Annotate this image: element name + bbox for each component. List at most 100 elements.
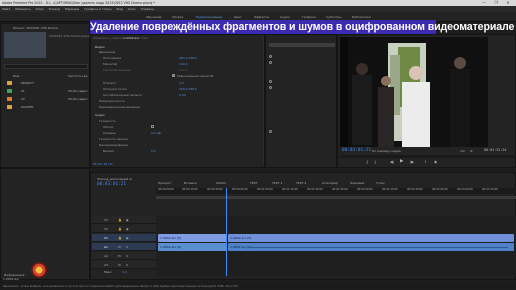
mini-clip-bar[interactable] xyxy=(269,43,335,47)
menu-file[interactable]: Файл xyxy=(2,7,10,11)
lock-icon[interactable]: 🔒 xyxy=(118,227,122,231)
eye-icon[interactable]: ◉ xyxy=(126,218,129,222)
eye-icon[interactable]: ◉ xyxy=(126,227,129,231)
menu-graphics[interactable]: Графика и титры xyxy=(84,7,111,11)
project-panel: Проект: 2022091 VHS Drama 2022091 VHS Dr… xyxy=(0,23,90,168)
list-item[interactable]: 02 25,00 кадр/с xyxy=(1,95,90,103)
bypass-checkbox[interactable] xyxy=(151,125,154,128)
export-frame-icon[interactable]: ◉ xyxy=(434,160,437,164)
window-title: Adobe Premiere Pro 2022 - D:\...\CAPTURI… xyxy=(2,1,156,5)
lock-icon[interactable]: 🔒 xyxy=(118,218,122,222)
track-header-v1[interactable]: V1 🔒 ◉ xyxy=(92,234,156,242)
audio-waveform xyxy=(248,247,508,248)
track-header-a1[interactable]: A1 M S xyxy=(92,243,156,251)
workspace-editing[interactable]: Редактирование xyxy=(196,15,222,19)
menu-clip[interactable]: Клип xyxy=(36,7,44,11)
keyframe-toggle-icon[interactable] xyxy=(269,55,272,58)
balance-value[interactable]: 0,0 xyxy=(151,149,156,153)
keyframe-toggle-icon[interactable] xyxy=(269,61,272,64)
folder-icon xyxy=(7,97,12,101)
audio-clip[interactable]: 1.0002.avi [A] xyxy=(158,243,227,251)
anchor-value[interactable]: 360,0 288,0 xyxy=(179,87,197,91)
mark-out-icon[interactable]: } xyxy=(374,160,376,164)
project-tab[interactable]: Проект: 2022091 VHS Drama xyxy=(13,26,58,30)
mic-icon[interactable]: M xyxy=(118,245,121,249)
lift-icon[interactable]: ⇪ xyxy=(424,160,427,164)
video-clip[interactable]: 1.0002.avi [V] xyxy=(228,234,514,242)
wave-logo-icon xyxy=(31,262,47,278)
scale-value[interactable]: 100,0 xyxy=(179,62,188,66)
program-duration: 00:03:32:24 xyxy=(484,148,507,152)
step-back-icon[interactable]: ◀| xyxy=(390,160,394,164)
wrench-icon[interactable]: ⚙ xyxy=(470,149,473,153)
fit-select[interactable]: По размеру кадра xyxy=(372,149,401,153)
status-bar: Щелкните, чтобы выбрать или щелкните в п… xyxy=(0,282,516,290)
effect-controls-tab[interactable]: Элементы управления эффектами xyxy=(93,36,148,40)
menu-edit[interactable]: Изменить xyxy=(15,7,30,11)
position-value[interactable]: 360,0 288,0 xyxy=(179,56,197,60)
workspace-libraries[interactable]: Библиотеки xyxy=(352,15,371,19)
effect-controls-panel: Элементы управления эффектами 1.0002.avi… xyxy=(90,34,268,168)
keyframe-toggle-icon[interactable] xyxy=(269,86,272,89)
timeline-timecode[interactable]: 00:03:01:21 xyxy=(97,182,126,187)
video-preview[interactable] xyxy=(340,37,488,147)
search-input[interactable] xyxy=(4,64,88,69)
status-text: Щелкните, чтобы выбрать или щелкните в п… xyxy=(3,284,239,288)
menu-help[interactable]: Справка xyxy=(141,7,154,11)
column-framerate[interactable]: Частота кад xyxy=(68,74,87,78)
column-name[interactable]: Имя xyxy=(13,74,19,78)
folder-icon xyxy=(7,81,12,85)
menu-markers[interactable]: Маркеры xyxy=(65,7,79,11)
quality-select[interactable]: 1/2 xyxy=(460,149,465,153)
folder-icon xyxy=(7,105,12,109)
mic-icon[interactable]: M xyxy=(118,254,121,258)
solo-icon[interactable]: S xyxy=(126,254,128,258)
workspace-effects[interactable]: Эффекты xyxy=(254,15,269,19)
mic-icon[interactable]: M xyxy=(118,263,121,267)
project-list: PROJECT 01 25,00 кадр/с 02 25,00 кадр/с … xyxy=(1,79,90,115)
effect-keyframe-area xyxy=(265,34,337,168)
monitor-scrubber[interactable] xyxy=(340,155,516,158)
sequence-tab[interactable]: Эпизод_дипломный ≡ xyxy=(97,177,132,181)
track-headers: V3 🔒 ◉ V2 🔒 ◉ V1 🔒 ◉ A1 M S A2 M S A3 M … xyxy=(92,216,156,276)
master-value[interactable]: 0,0 xyxy=(122,270,127,274)
list-item[interactable]: PROJECT xyxy=(1,79,90,87)
menu-view[interactable]: Вид xyxy=(117,7,123,11)
solo-icon[interactable]: S xyxy=(126,263,128,267)
tools-panel: Информация xyxy=(0,168,90,280)
rotation-value[interactable]: 0,0 xyxy=(179,81,184,85)
keyframe-toggle-icon[interactable] xyxy=(269,130,272,133)
workspace-graphics[interactable]: Графика xyxy=(302,15,316,19)
track-header-a3[interactable]: A3 M S xyxy=(92,261,156,269)
track-lanes: 1.0002.avi [V] 1.0002.avi [V] 1.0002.avi… xyxy=(156,216,516,276)
step-forward-icon[interactable]: |▶ xyxy=(410,160,414,164)
list-item[interactable]: MASTER xyxy=(1,103,90,111)
list-item[interactable]: 01 25,00 кадр/с xyxy=(1,87,90,95)
level-value[interactable]: 0,0 дБ xyxy=(151,131,161,135)
program-timecode[interactable]: 00:03:01:21 xyxy=(342,148,371,153)
workspace-assembly[interactable]: Сборка xyxy=(172,15,183,19)
eye-icon[interactable]: ◉ xyxy=(126,236,129,240)
antiflicker-value[interactable]: 0,00 xyxy=(179,93,186,97)
keyframe-toggle-icon[interactable] xyxy=(269,80,272,83)
solo-icon[interactable]: S xyxy=(126,245,128,249)
track-header-v2[interactable]: V2 🔒 ◉ xyxy=(92,225,156,233)
workspace-audio[interactable]: Аудио xyxy=(280,15,290,19)
menu-sequence[interactable]: Эпизод xyxy=(49,7,61,11)
workspace-captions[interactable]: Субтитры xyxy=(326,15,341,19)
video-clip[interactable]: 1.0002.avi [V] xyxy=(158,234,227,242)
menu-window[interactable]: Окно xyxy=(128,7,136,11)
effect-timecode[interactable]: 00:03:01:21 xyxy=(93,162,113,166)
lock-icon[interactable]: 🔒 xyxy=(118,236,122,240)
timeline-playhead[interactable] xyxy=(226,188,227,276)
workspace-color[interactable]: Цвет xyxy=(234,15,242,19)
zoom-scrollbar[interactable] xyxy=(156,196,516,199)
uniform-scale-checkbox[interactable] xyxy=(172,74,175,77)
audio-clip[interactable]: 1.0002.avi [A] xyxy=(228,243,514,251)
play-icon[interactable]: ▶ xyxy=(400,159,403,164)
track-header-a2[interactable]: A2 M S xyxy=(92,252,156,260)
workspace-learning[interactable]: Обучение xyxy=(146,15,161,19)
mark-in-icon[interactable]: { xyxy=(366,160,368,164)
timeline-ruler[interactable]: 00:00:00:00 00:00:15:00 00:00:30:00 00:0… xyxy=(156,188,516,194)
track-header-v3[interactable]: V3 🔒 ◉ xyxy=(92,216,156,224)
